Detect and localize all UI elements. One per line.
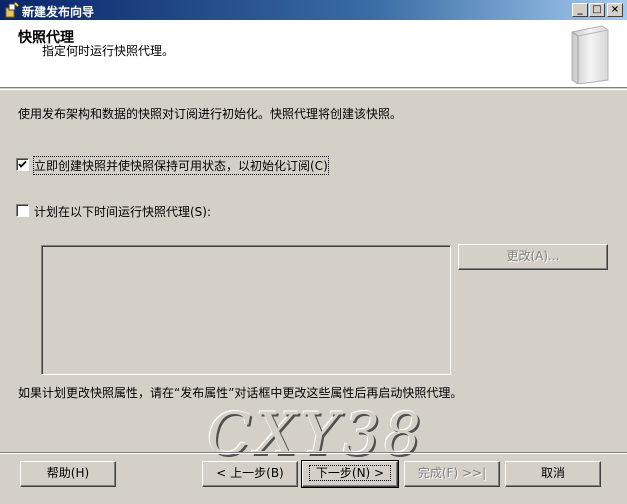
watermark-logo: CXY38 [207, 400, 425, 468]
minimize-button[interactable]: _ [572, 3, 588, 17]
schedule-snapshot-label[interactable]: 计划在以下时间运行快照代理(S): [34, 203, 211, 220]
book-icon [571, 25, 609, 84]
intro-text: 使用发布架构和数据的快照对订阅进行初始化。快照代理将创建该快照。 [18, 107, 403, 121]
finish-button[interactable]: 完成(F) >>| [404, 461, 500, 487]
next-button-label: 下一步(N) > [308, 465, 392, 481]
schedule-snapshot-checkbox[interactable] [16, 204, 29, 217]
cancel-button[interactable]: 取消 [505, 461, 601, 487]
back-button[interactable]: < 上一步(B) [202, 461, 298, 487]
next-button[interactable]: 下一步(N) > [301, 460, 399, 488]
checkmark-icon [18, 160, 27, 168]
close-button[interactable]: × [607, 3, 623, 17]
title-bar: 新建发布向导 _ □ × [0, 0, 627, 20]
window-title: 新建发布向导 [22, 5, 95, 19]
create-snapshot-now-label[interactable]: 立即创建快照并使快照保持可用状态，以初始化订阅(C) [33, 156, 329, 175]
help-button[interactable]: 帮助(H) [20, 461, 116, 487]
wizard-header: 快照代理 指定何时运行快照代理。 [0, 20, 627, 88]
wizard-app-icon [5, 2, 19, 18]
maximize-button[interactable]: □ [589, 3, 605, 17]
footnote-text: 如果计划更改快照属性，请在“发布属性”对话框中更改这些属性后再启动快照代理。 [18, 386, 463, 400]
header-divider [0, 89, 627, 90]
create-snapshot-now-checkbox[interactable] [16, 158, 29, 171]
page-subtitle: 指定何时运行快照代理。 [42, 44, 175, 58]
schedule-description-box [41, 245, 451, 375]
change-schedule-button[interactable]: 更改(A)... [458, 244, 608, 270]
